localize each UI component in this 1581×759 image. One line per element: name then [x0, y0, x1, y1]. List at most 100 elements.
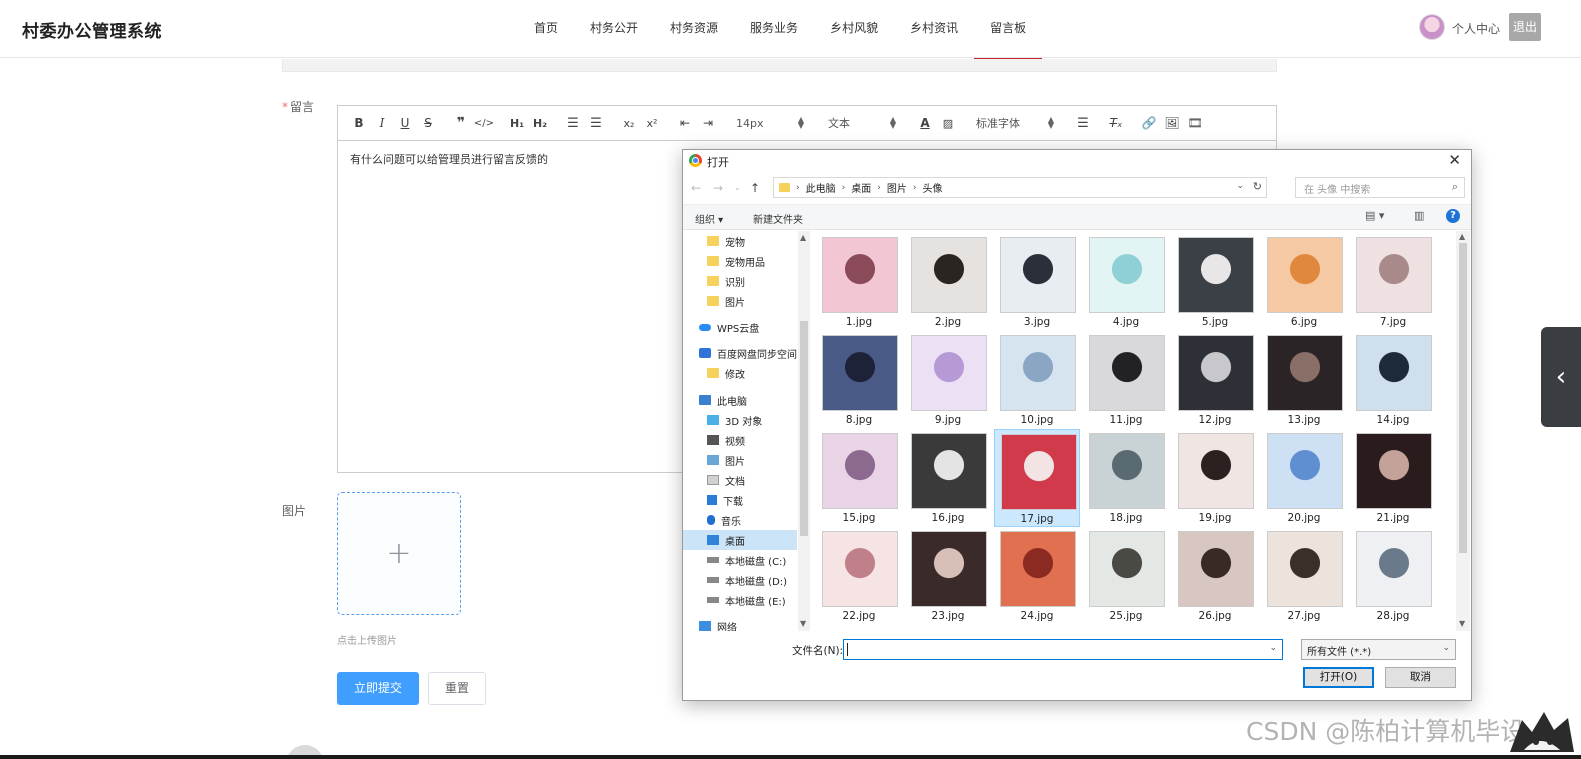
font-family-select[interactable]: 标准字体 ▲ ▼ [970, 115, 1060, 131]
file-thumbnail[interactable]: 7.jpg [1350, 233, 1436, 331]
tree-item[interactable]: 本地磁盘 (D:) [683, 570, 797, 590]
file-thumbnail[interactable]: 26.jpg [1172, 527, 1258, 625]
view-options-icon[interactable]: ▤ ▾ [1365, 209, 1384, 222]
blockquote-icon[interactable]: ❞ [450, 112, 472, 134]
image-icon[interactable]: 🖼 [1161, 112, 1183, 134]
bullet-list-icon[interactable]: ☰ [585, 112, 607, 134]
file-thumbnail[interactable]: 13.jpg [1261, 331, 1347, 429]
tree-item[interactable]: 宠物 [683, 231, 797, 251]
file-thumbnail[interactable]: 12.jpg [1172, 331, 1258, 429]
nav-village-affairs-public[interactable]: 村务公开 [574, 0, 654, 58]
nav-services[interactable]: 服务业务 [734, 0, 814, 58]
tree-item[interactable]: 文档 [683, 470, 797, 490]
file-thumbnail[interactable]: 10.jpg [994, 331, 1080, 429]
nav-village-resources[interactable]: 村务资源 [654, 0, 734, 58]
underline-icon[interactable]: U [394, 112, 416, 134]
side-collapse-tab[interactable]: ‹ [1541, 327, 1581, 427]
italic-icon[interactable]: I [371, 112, 393, 134]
link-icon[interactable]: 🔗 [1138, 112, 1160, 134]
submit-button[interactable]: 立即提交 [337, 672, 419, 705]
code-block-icon[interactable]: </> [473, 112, 495, 134]
tree-item[interactable]: 网络 [683, 616, 797, 631]
subscript-icon[interactable]: x₂ [618, 112, 640, 134]
file-thumbnail[interactable]: 5.jpg [1172, 233, 1258, 331]
breadcrumb-avatars[interactable]: 头像 [922, 180, 942, 195]
close-icon[interactable]: ✕ [1448, 151, 1461, 169]
tree-item[interactable]: 桌面 [683, 530, 797, 550]
outdent-icon[interactable]: ⇤ [674, 112, 696, 134]
scroll-down-icon[interactable]: ▼ [800, 619, 806, 628]
clear-format-icon[interactable]: T̶ₓ [1105, 112, 1127, 134]
grid-scrollbar[interactable]: ▲ ▼ [1456, 231, 1470, 631]
file-thumbnail[interactable]: 4.jpg [1083, 233, 1169, 331]
tree-item[interactable]: 本地磁盘 (E:) [683, 590, 797, 610]
nav-village-news[interactable]: 乡村资讯 [894, 0, 974, 58]
tree-item[interactable]: 识别 [683, 271, 797, 291]
address-dropdown-icon[interactable]: ⌄ [1236, 181, 1244, 191]
reset-button[interactable]: 重置 [428, 672, 486, 705]
tree-item[interactable]: 图片 [683, 450, 797, 470]
image-upload-box[interactable]: + [337, 492, 461, 615]
user-center-link[interactable]: 个人中心 [1452, 20, 1500, 37]
video-icon[interactable]: 🎞 [1184, 112, 1206, 134]
file-thumbnail[interactable]: 14.jpg [1350, 331, 1436, 429]
block-type-select[interactable]: 文本 ▲ ▼ [822, 115, 902, 131]
file-thumbnail[interactable]: 18.jpg [1083, 429, 1169, 527]
bold-icon[interactable]: B [348, 112, 370, 134]
file-thumbnail[interactable]: 19.jpg [1172, 429, 1258, 527]
file-thumbnail[interactable]: 8.jpg [816, 331, 902, 429]
file-thumbnail[interactable]: 1.jpg [816, 233, 902, 331]
indent-icon[interactable]: ⇥ [697, 112, 719, 134]
tree-item[interactable]: WPS云盘 [683, 317, 797, 337]
file-thumbnail[interactable]: 17.jpg [994, 429, 1080, 527]
tree-item[interactable]: 音乐 [683, 510, 797, 530]
file-thumbnail[interactable]: 3.jpg [994, 233, 1080, 331]
breadcrumb-desktop[interactable]: 桌面 [851, 180, 871, 195]
tree-item[interactable]: 图片 [683, 291, 797, 311]
tree-item[interactable]: 宠物用品 [683, 251, 797, 271]
file-thumbnail[interactable]: 28.jpg [1350, 527, 1436, 625]
tree-item[interactable]: 3D 对象 [683, 410, 797, 430]
file-thumbnail[interactable]: 27.jpg [1261, 527, 1347, 625]
tree-item[interactable]: 此电脑 [683, 390, 797, 410]
font-color-icon[interactable]: A [914, 112, 936, 134]
scroll-up-icon[interactable]: ▲ [1459, 232, 1465, 241]
address-bar[interactable]: › 此电脑 › 桌面 › 图片 › 头像 ⌄ ↻ [773, 177, 1267, 198]
superscript-icon[interactable]: x² [641, 112, 663, 134]
recent-chevron-icon[interactable]: ⌄ [734, 183, 741, 192]
align-icon[interactable]: ☰ [1072, 112, 1094, 134]
breadcrumb-this-pc[interactable]: 此电脑 [806, 180, 836, 195]
filename-dropdown-icon[interactable]: ⌄ [1269, 643, 1277, 653]
file-thumbnail[interactable]: 6.jpg [1261, 233, 1347, 331]
help-icon[interactable]: ? [1446, 209, 1460, 223]
open-button[interactable]: 打开(O) [1303, 667, 1374, 688]
nav-message-board[interactable]: 留言板 [974, 0, 1043, 62]
file-thumbnail[interactable]: 2.jpg [905, 233, 991, 331]
tree-item[interactable]: 视频 [683, 430, 797, 450]
breadcrumb-pictures[interactable]: 图片 [887, 180, 907, 195]
file-thumbnail[interactable]: 9.jpg [905, 331, 991, 429]
filename-input[interactable]: ⌄ [843, 639, 1283, 660]
logout-button[interactable]: 退出 [1509, 13, 1541, 41]
header1-icon[interactable]: H₁ [506, 112, 528, 134]
file-thumbnail[interactable]: 23.jpg [905, 527, 991, 625]
strike-icon[interactable]: S [417, 112, 439, 134]
dialog-titlebar[interactable]: 打开 ✕ [683, 150, 1471, 172]
scroll-down-icon[interactable]: ▼ [1459, 619, 1465, 628]
filetype-select[interactable]: 所有文件 (*.*) ⌄ [1301, 639, 1456, 660]
file-thumbnail[interactable]: 20.jpg [1261, 429, 1347, 527]
organize-menu[interactable]: 组织 ▾ [695, 211, 723, 226]
file-thumbnail[interactable]: 25.jpg [1083, 527, 1169, 625]
grid-scroll-thumb[interactable] [1459, 243, 1467, 553]
font-size-select[interactable]: 14px ▲ ▼ [730, 116, 810, 130]
up-arrow-icon[interactable]: ↑ [750, 181, 760, 195]
search-input[interactable]: 在 头像 中搜索 ⌕ [1295, 177, 1465, 198]
file-thumbnail[interactable]: 22.jpg [816, 527, 902, 625]
tree-item[interactable]: 修改 [683, 363, 797, 383]
tree-item[interactable]: 百度网盘同步空间 [683, 343, 797, 363]
tree-scrollbar[interactable]: ▲ ▼ [798, 231, 810, 631]
file-thumbnail[interactable]: 24.jpg [994, 527, 1080, 625]
nav-village-scenery[interactable]: 乡村风貌 [814, 0, 894, 58]
forward-arrow-icon[interactable]: → [713, 181, 723, 195]
file-thumbnail[interactable]: 15.jpg [816, 429, 902, 527]
